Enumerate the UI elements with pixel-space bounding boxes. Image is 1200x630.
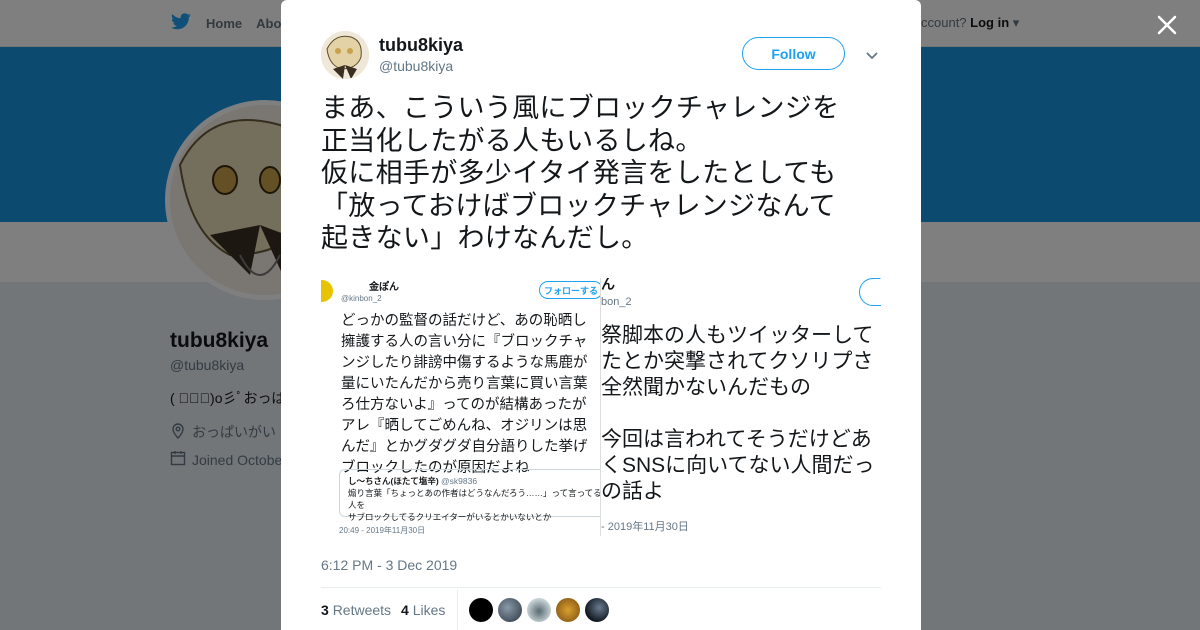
tweet-stats: 3 Retweets 4 Likes xyxy=(321,602,445,618)
embedded-date: 20:49 - 2019年11月30日 xyxy=(339,526,426,535)
embedded-author-handle: bon_2 xyxy=(601,296,632,308)
quote-author-name: し～ちさん(ほたて塩辛) xyxy=(348,476,439,486)
media-image-2[interactable]: ん bon_2 祭脚本の人もツイッターして たとか突撃されてクソリプさ 全然聞か… xyxy=(601,278,881,536)
embedded-follow-button: フォローする xyxy=(539,281,600,299)
liker-avatar[interactable] xyxy=(585,598,609,622)
tweet-media[interactable]: 金ぽん @kinbon_2 フォローする どっかの監督の話だけど、あの恥晒し 擁… xyxy=(321,278,881,536)
liker-avatar[interactable] xyxy=(527,598,551,622)
follow-button[interactable]: Follow xyxy=(742,37,845,70)
tweet-text: まあ、こういう風にブロックチャレンジを 正当化したがる人もいるしね。 仮に相手が… xyxy=(321,93,840,253)
embedded-quote: し～ちさん(ほたて塩辛) @sk9836 煽り言葉「ちょっとあの作者はどうなんだ… xyxy=(339,469,600,522)
likes-label: Likes xyxy=(412,602,446,618)
liker-avatar[interactable] xyxy=(556,598,580,622)
embedded-date: - 2019年11月30日 xyxy=(601,521,689,533)
author-name[interactable]: tubu8kiya xyxy=(379,35,463,56)
likes-count: 4 xyxy=(401,602,409,618)
embedded-avatar xyxy=(321,280,333,302)
quote-text: 煽り言葉「ちょっとあの作者はどうなんだろう……」って言ってる人を サブロックして… xyxy=(348,488,601,522)
liker-avatar[interactable] xyxy=(469,598,493,622)
embedded-author-handle: @kinbon_2 xyxy=(341,294,382,303)
liker-avatars xyxy=(469,598,609,622)
embedded-tweet-text: 祭脚本の人もツイッターして たとか突撃されてクソリプさ 全然聞かないんだもの 今… xyxy=(601,324,875,503)
embedded-follow-button xyxy=(859,278,881,306)
chevron-down-icon[interactable] xyxy=(865,48,879,60)
tweet-timestamp[interactable]: 6:12 PM - 3 Dec 2019 xyxy=(321,557,457,573)
retweets-label: Retweets xyxy=(332,602,392,618)
close-icon[interactable] xyxy=(1154,12,1180,38)
quote-author-handle: @sk9836 xyxy=(441,476,478,486)
likes-stat[interactable]: 4 Likes xyxy=(401,602,445,618)
tweet-modal: tubu8kiya @tubu8kiya Follow まあ、こういう風にブロッ… xyxy=(281,0,921,630)
media-image-1[interactable]: 金ぽん @kinbon_2 フォローする どっかの監督の話だけど、あの恥晒し 擁… xyxy=(321,278,601,536)
divider xyxy=(321,587,881,588)
author-avatar[interactable] xyxy=(321,31,369,79)
embedded-author-name: 金ぽん xyxy=(369,282,399,293)
embedded-tweet-text: どっかの監督の話だけど、あの恥晒し 擁護する人の言い分に『ブロックチャ ンジした… xyxy=(341,313,588,476)
author-handle[interactable]: @tubu8kiya xyxy=(379,58,453,74)
retweets-count: 3 xyxy=(321,602,329,618)
stats-separator xyxy=(457,590,458,630)
liker-avatar[interactable] xyxy=(498,598,522,622)
embedded-author-name: ん xyxy=(601,278,615,292)
retweets-stat[interactable]: 3 Retweets xyxy=(321,602,391,618)
